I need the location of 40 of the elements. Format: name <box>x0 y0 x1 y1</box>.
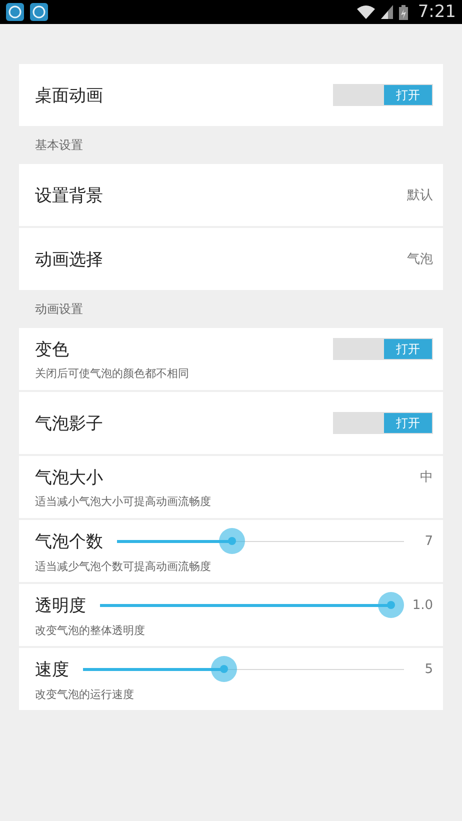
row-subtitle: 关闭后可使气泡的颜色都不相同 <box>35 366 190 380</box>
setting-row[interactable]: 气泡大小 中 适当减小气泡大小可提高动画流畅度 <box>19 456 443 518</box>
row-value: 气泡 <box>407 251 433 268</box>
row-value: 中 <box>420 469 433 486</box>
setting-row[interactable]: 变色 打开 关闭后可使气泡的颜色都不相同 <box>19 328 443 390</box>
clock: 7:21 <box>418 2 456 22</box>
slider-thumb[interactable] <box>218 528 245 554</box>
row-title: 桌面动画 <box>35 84 103 106</box>
row-title: 动画选择 <box>35 248 103 270</box>
switch-label: 打开 <box>384 339 432 359</box>
setting-row[interactable]: 设置背景 默认 <box>19 164 443 226</box>
signal-icon <box>380 5 393 19</box>
row-title: 透明度 <box>35 594 86 616</box>
row-title: 设置背景 <box>35 184 103 206</box>
row-subtitle: 改变气泡的运行速度 <box>35 687 135 702</box>
row-value: 5 <box>424 662 433 676</box>
row-title: 气泡个数 <box>35 530 103 552</box>
slider-thumb[interactable] <box>378 592 404 618</box>
section-header: 基本设置 <box>34 136 84 154</box>
battery-icon <box>398 4 408 20</box>
row-title: 气泡大小 <box>35 466 103 488</box>
setting-row[interactable]: 气泡影子 打开 <box>19 392 443 454</box>
row-value: 1.0 <box>412 598 433 612</box>
row-subtitle: 适当减小气泡大小可提高动画流畅度 <box>35 494 212 508</box>
wifi-icon <box>356 5 375 19</box>
setting-row[interactable]: 动画选择 气泡 <box>19 228 443 290</box>
section-header: 动画设置 <box>34 300 84 318</box>
row-title: 速度 <box>35 658 69 680</box>
slider-thumb[interactable] <box>211 656 238 682</box>
row-value: 默认 <box>407 187 433 204</box>
app-icon <box>30 3 48 21</box>
setting-row[interactable]: 桌面动画 打开 <box>19 64 443 126</box>
row-title: 气泡影子 <box>35 412 103 434</box>
switch-label: 打开 <box>384 413 432 433</box>
row-subtitle: 适当减少气泡个数可提高动画流畅度 <box>35 559 212 574</box>
row-title: 变色 <box>35 338 69 360</box>
row-value: 7 <box>424 534 433 548</box>
switch-label: 打开 <box>384 85 432 105</box>
app-icon <box>6 3 24 21</box>
row-subtitle: 改变气泡的整体透明度 <box>35 623 146 638</box>
